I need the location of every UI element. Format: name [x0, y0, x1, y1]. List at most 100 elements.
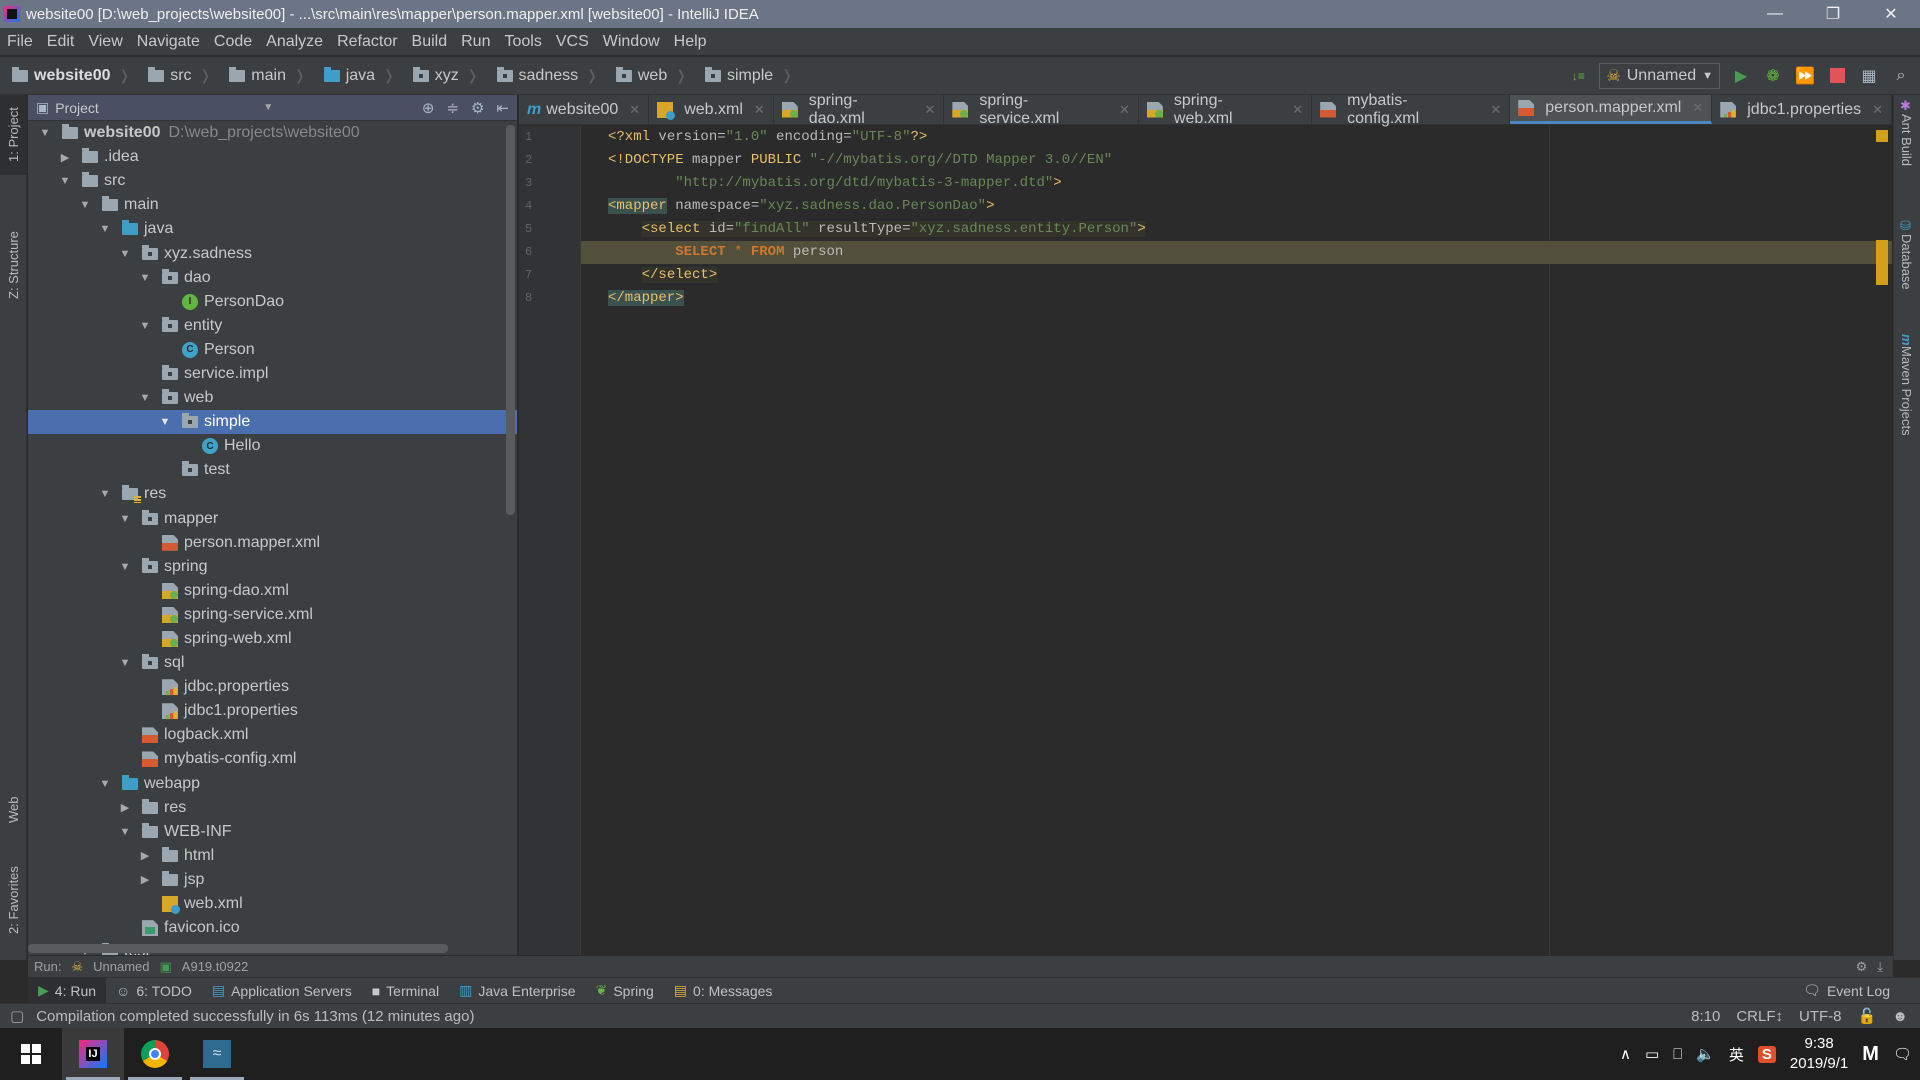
tool-window-java-enterprise[interactable]: ▥ Java Enterprise [449, 978, 586, 1004]
search-icon[interactable]: ⌕ [1890, 65, 1912, 87]
hector-icon[interactable]: ☻ [1892, 1008, 1908, 1025]
tree-item[interactable]: ▶ res [28, 796, 517, 820]
breadcrumb-web[interactable]: web ❭ [604, 66, 693, 85]
file-encoding[interactable]: UTF-8 [1799, 1008, 1842, 1025]
tab-web[interactable]: Web [0, 785, 27, 835]
tree-item[interactable]: web.xml [28, 892, 517, 916]
tree-item[interactable]: ▼ simple [28, 410, 517, 435]
tab-favorites[interactable]: 2: Favorites [0, 855, 27, 945]
close-icon[interactable]: ✕ [924, 102, 935, 118]
expanded-arrow-icon[interactable]: ▼ [118, 561, 132, 573]
error-stripe-marker[interactable] [1876, 240, 1888, 285]
expanded-arrow-icon[interactable]: ▼ [118, 657, 132, 669]
editor-tab[interactable]: m website00 ✕ [519, 95, 650, 124]
tool-window-terminal[interactable]: ■ Terminal [362, 978, 449, 1004]
download-icon[interactable]: ⤓ [1877, 959, 1883, 975]
editor-tab[interactable]: spring-service.xml ✕ [944, 92, 1139, 127]
app-tray-icon[interactable]: M [1862, 1043, 1879, 1066]
tree-item[interactable]: ▼ src [28, 169, 517, 193]
close-icon[interactable]: ✕ [1490, 102, 1501, 118]
hide-panel-icon[interactable]: ⇤ [496, 99, 509, 117]
project-structure-icon[interactable]: ▦ [1858, 65, 1880, 87]
close-icon[interactable]: ✕ [1692, 100, 1703, 116]
menu-vcs[interactable]: VCS [549, 33, 596, 51]
tree-item[interactable]: ▼ java [28, 217, 517, 241]
tree-item[interactable]: ▼ res [28, 482, 517, 506]
tree-item[interactable]: ▼ sql [28, 651, 517, 675]
tab-database[interactable]: ⛁ Database [1893, 215, 1920, 305]
tool-window-messages[interactable]: ▤ 0: Messages [664, 978, 783, 1004]
menu-run[interactable]: Run [454, 33, 497, 51]
tab-structure[interactable]: Z: Structure [0, 215, 27, 315]
tree-item[interactable]: ▼ website00 D:\web_projects\website00 [28, 121, 517, 145]
lock-icon[interactable]: 🔓 [1858, 1007, 1877, 1025]
breadcrumb-website00[interactable]: website00 ❭ [0, 66, 136, 85]
tree-item[interactable]: mybatis-config.xml [28, 747, 517, 771]
menu-refactor[interactable]: Refactor [330, 33, 404, 51]
collapsed-arrow-icon[interactable]: ▶ [138, 873, 152, 886]
tree-item[interactable]: ▼ spring [28, 555, 517, 579]
collapsed-arrow-icon[interactable]: ▶ [138, 849, 152, 862]
expanded-arrow-icon[interactable]: ▼ [38, 127, 52, 139]
menu-navigate[interactable]: Navigate [130, 33, 207, 51]
tree-item[interactable]: test [28, 458, 517, 482]
tree-item[interactable]: spring-web.xml [28, 627, 517, 651]
tree-item[interactable]: ▼ dao [28, 266, 517, 290]
ime-indicator[interactable]: 英 [1729, 1044, 1744, 1065]
expanded-arrow-icon[interactable]: ▼ [98, 488, 112, 500]
line-separator[interactable]: CRLF↕ [1736, 1008, 1783, 1025]
editor-tab[interactable]: jdbc1.properties ✕ [1712, 95, 1892, 124]
collapse-all-icon[interactable]: ≑ [446, 99, 459, 117]
tray-expand-icon[interactable]: ∧ [1620, 1045, 1631, 1063]
close-icon[interactable]: ✕ [1872, 102, 1883, 118]
taskbar-intellij[interactable]: IJ [62, 1028, 124, 1080]
tool-window-spring[interactable]: ❦ Spring [586, 978, 664, 1004]
coverage-icon[interactable]: ⏩ [1794, 65, 1816, 87]
close-icon[interactable]: ✕ [754, 102, 765, 118]
taskbar-chrome[interactable] [124, 1028, 186, 1080]
close-button[interactable]: ✕ [1862, 0, 1920, 28]
code-editor[interactable]: <?xml version="1.0" encoding="UTF-8"?> <… [581, 126, 1892, 955]
event-log-button[interactable]: 🗨 Event Log [1793, 978, 1900, 1004]
menu-view[interactable]: View [81, 33, 129, 51]
tree-item[interactable]: logback.xml [28, 723, 517, 747]
run-config-dropdown[interactable]: ☠ Unnamed ▼ [1599, 62, 1720, 89]
collapsed-arrow-icon[interactable]: ▶ [58, 151, 72, 164]
editor-tab[interactable]: spring-web.xml ✕ [1139, 92, 1313, 127]
editor-tab[interactable]: web.xml ✕ [649, 95, 774, 124]
menu-edit[interactable]: Edit [40, 33, 82, 51]
close-icon[interactable]: ✕ [1292, 102, 1303, 118]
error-stripe-marker[interactable] [1876, 130, 1888, 142]
horizontal-scrollbar[interactable] [28, 944, 448, 953]
tree-item[interactable]: ▶ html [28, 844, 517, 868]
restore-button[interactable]: ❐ [1804, 0, 1862, 28]
battery-icon[interactable]: ▭ [1645, 1045, 1659, 1063]
tab-ant-build[interactable]: ✱ Ant Build [1893, 95, 1920, 185]
menu-analyze[interactable]: Analyze [259, 33, 330, 51]
tree-item[interactable]: ▼ webapp [28, 772, 517, 796]
expanded-arrow-icon[interactable]: ▼ [138, 392, 152, 404]
breadcrumb-sadness[interactable]: sadness ❭ [485, 66, 604, 85]
tree-item[interactable]: ▼ WEB-INF [28, 820, 517, 844]
expanded-arrow-icon[interactable]: ▼ [98, 778, 112, 790]
taskbar-mysql-workbench[interactable]: ≈ [186, 1028, 248, 1080]
expanded-arrow-icon[interactable]: ▼ [138, 272, 152, 284]
tree-item[interactable]: ▼ entity [28, 314, 517, 338]
tree-item[interactable]: jdbc.properties [28, 675, 517, 699]
tab-project[interactable]: 1: Project [0, 95, 27, 175]
expanded-arrow-icon[interactable]: ▼ [158, 416, 172, 428]
menu-build[interactable]: Build [405, 33, 455, 51]
locate-icon[interactable]: ⊕ [422, 99, 435, 117]
expanded-arrow-icon[interactable]: ▼ [118, 513, 132, 525]
tree-item[interactable]: jdbc1.properties [28, 699, 517, 723]
tree-item[interactable]: ▶ jsp [28, 868, 517, 892]
breadcrumb-simple[interactable]: simple ❭ [693, 66, 799, 85]
run-session-tab[interactable]: A919.t0922 [182, 959, 249, 974]
tree-item[interactable]: ▼ xyz.sadness [28, 241, 517, 265]
collapsed-arrow-icon[interactable]: ▶ [118, 801, 132, 814]
menu-file[interactable]: File [0, 33, 40, 51]
expanded-arrow-icon[interactable]: ▼ [118, 248, 132, 260]
menu-tools[interactable]: Tools [497, 33, 548, 51]
stop-icon[interactable] [1826, 65, 1848, 87]
sogou-ime-icon[interactable]: S [1757, 1045, 1776, 1063]
